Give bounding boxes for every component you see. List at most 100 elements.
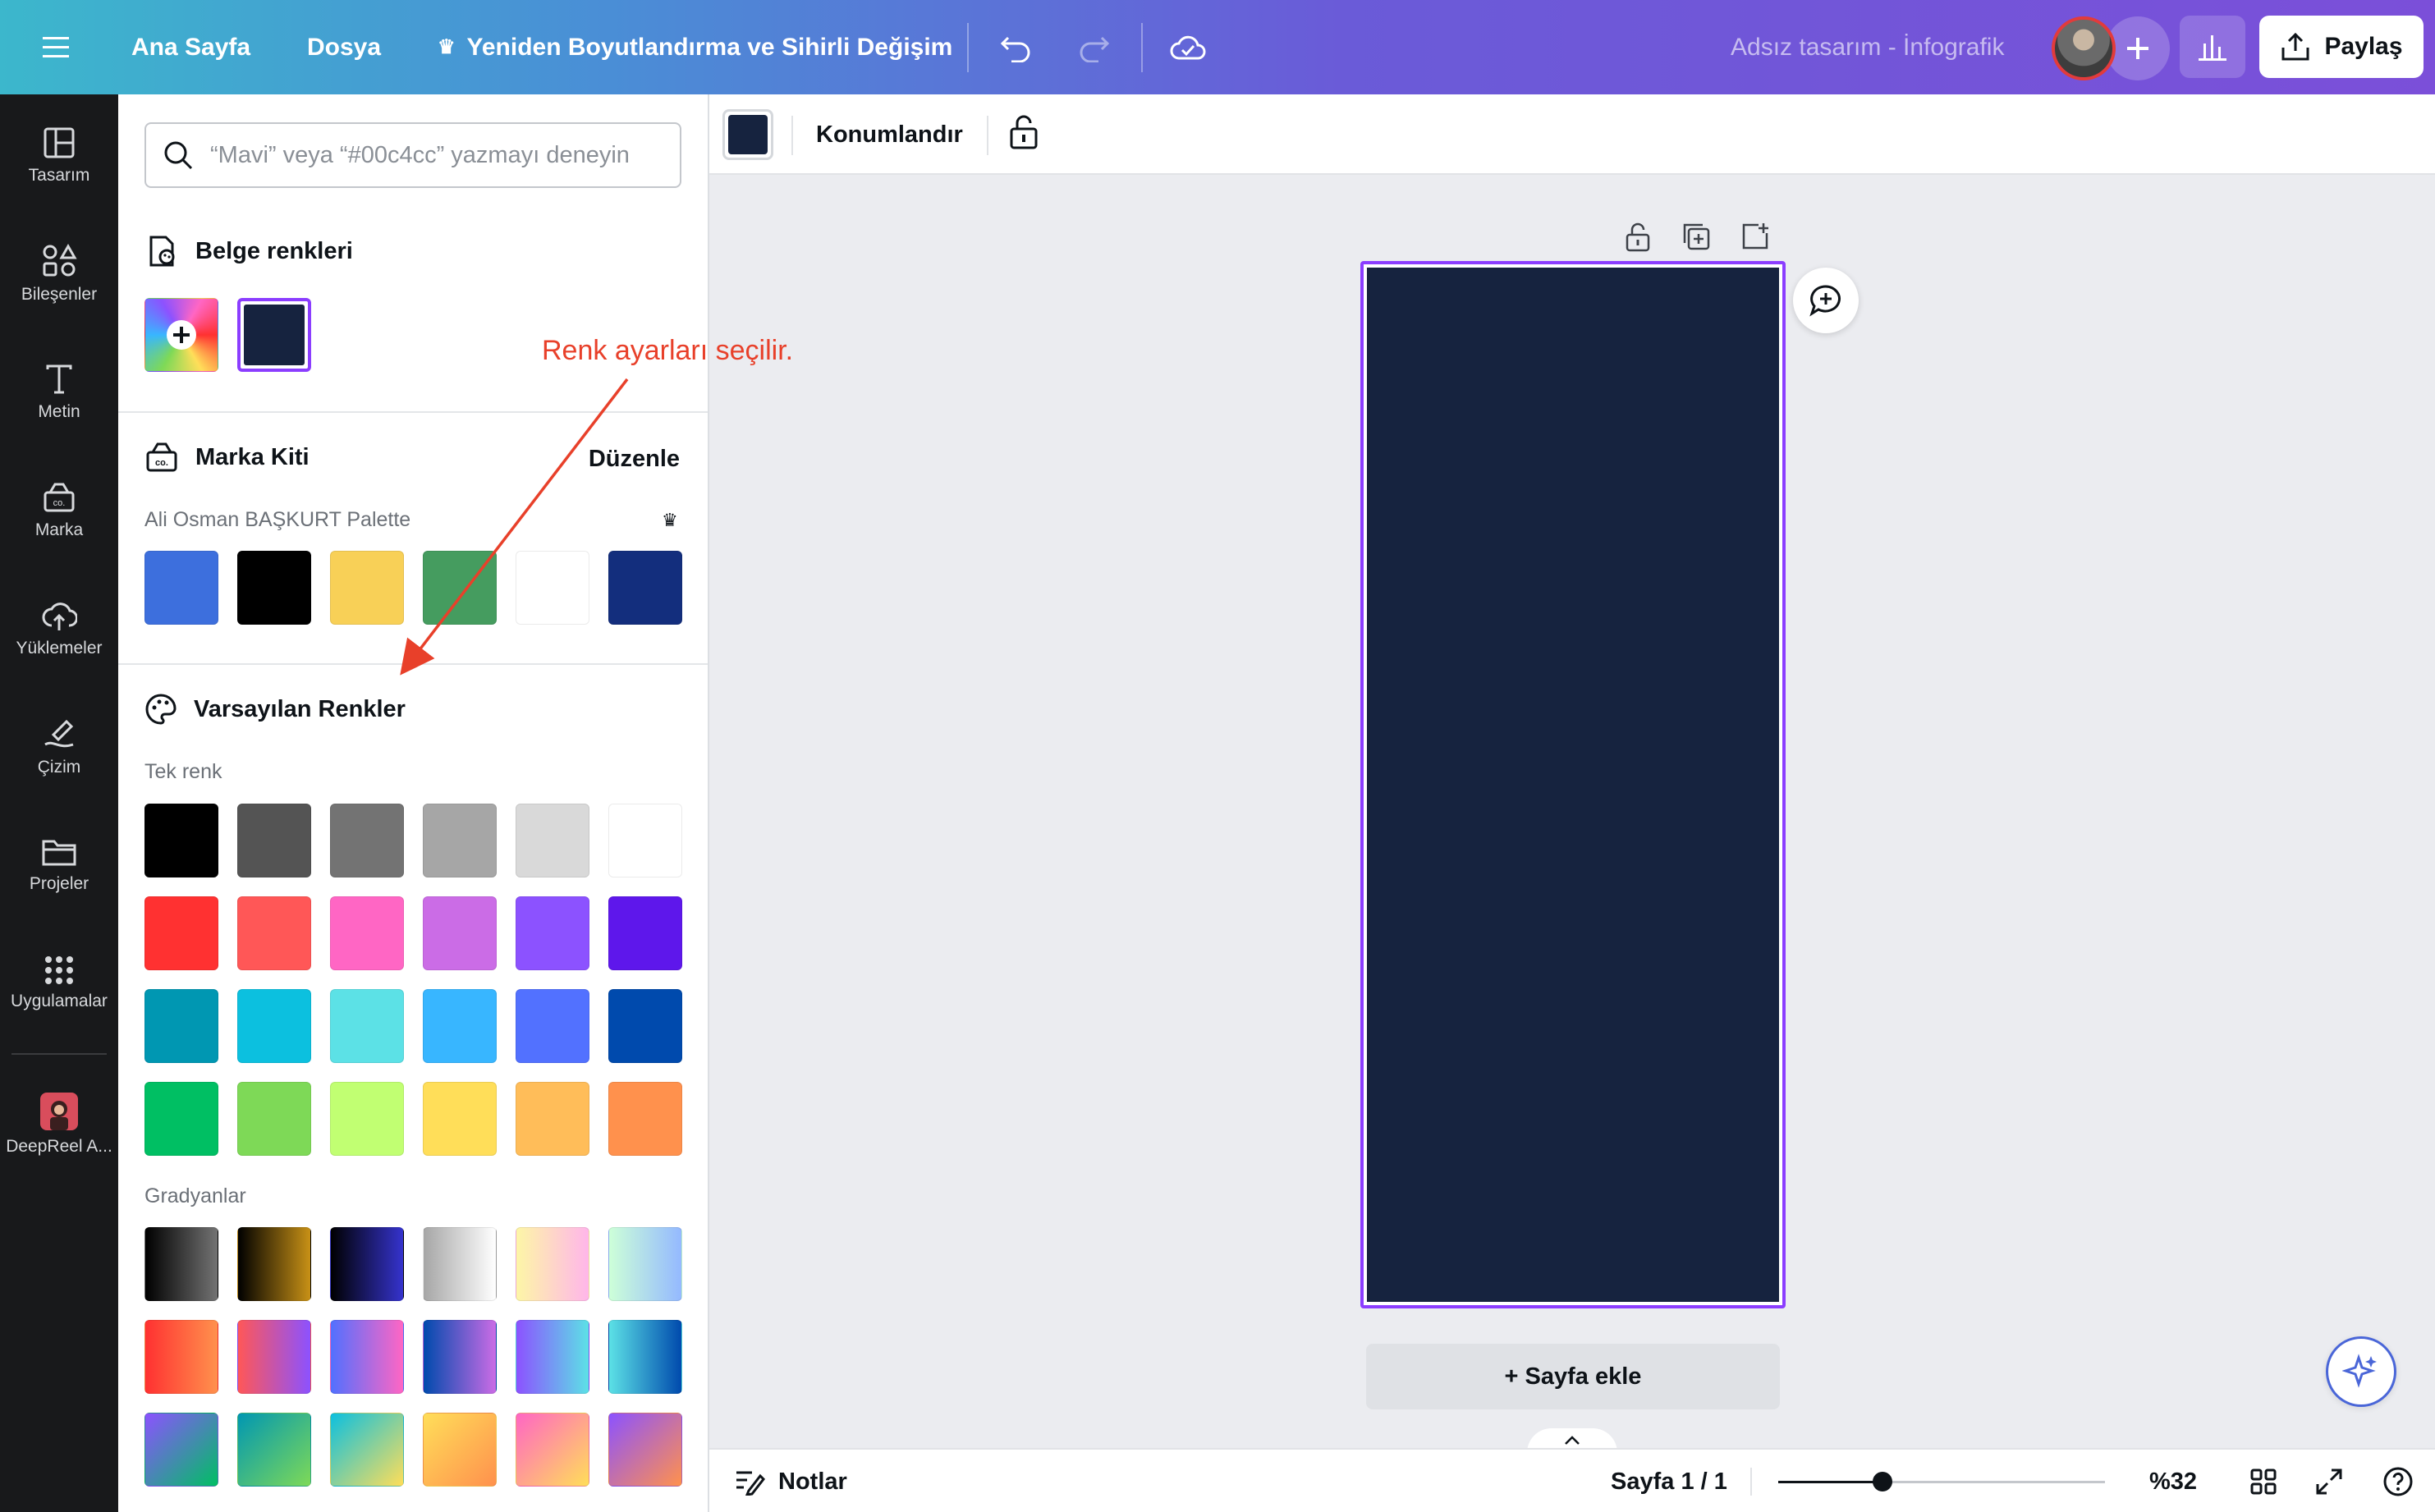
lock-icon[interactable] xyxy=(1008,114,1039,154)
gradient-swatch[interactable] xyxy=(423,1320,497,1394)
rail-divider xyxy=(11,1053,107,1055)
default-color-swatch[interactable] xyxy=(237,896,311,970)
share-button[interactable]: Paylaş xyxy=(2259,16,2424,78)
brand-color-swatch[interactable] xyxy=(330,551,404,625)
rail-item-deepreel[interactable]: DeepReel A... xyxy=(0,1071,118,1178)
gradient-swatch[interactable] xyxy=(237,1320,311,1394)
left-rail: Tasarım Bileşenler Metin co. Marka Yükle… xyxy=(0,94,118,1512)
default-color-swatch[interactable] xyxy=(516,1082,589,1156)
search-input[interactable] xyxy=(210,141,670,169)
default-color-swatch[interactable] xyxy=(330,804,404,877)
doc-color-swatch[interactable] xyxy=(237,298,311,372)
gradient-swatch[interactable] xyxy=(423,1227,497,1301)
default-color-swatch[interactable] xyxy=(423,896,497,970)
default-color-swatch[interactable] xyxy=(516,896,589,970)
default-color-swatch[interactable] xyxy=(423,989,497,1063)
default-color-swatch[interactable] xyxy=(237,989,311,1063)
add-page-button[interactable]: + Sayfa ekle xyxy=(1366,1344,1780,1409)
hamburger-icon[interactable] xyxy=(43,0,72,94)
default-color-swatch[interactable] xyxy=(144,804,218,877)
undo-icon[interactable] xyxy=(1000,0,1033,94)
gradient-swatch[interactable] xyxy=(330,1320,404,1394)
gradient-swatch[interactable] xyxy=(144,1320,218,1394)
notes-button[interactable]: Notlar xyxy=(734,1450,847,1512)
zoom-slider[interactable] xyxy=(1778,1472,2105,1491)
gradient-swatch[interactable] xyxy=(516,1227,589,1301)
menu-file[interactable]: Dosya xyxy=(307,0,381,94)
default-color-swatch[interactable] xyxy=(608,804,682,877)
rail-item-uploads[interactable]: Yüklemeler xyxy=(0,575,118,682)
gradient-swatch[interactable] xyxy=(608,1227,682,1301)
default-color-swatch[interactable] xyxy=(144,896,218,970)
lock-page-icon[interactable] xyxy=(1624,222,1652,253)
default-color-swatch[interactable] xyxy=(608,1082,682,1156)
rail-item-projects[interactable]: Projeler xyxy=(0,812,118,919)
add-comment-button[interactable] xyxy=(1793,268,1859,333)
rail-item-elements[interactable]: Bileşenler xyxy=(0,221,118,328)
annotation-text: Renk ayarları seçilir. xyxy=(542,335,794,366)
fullscreen-icon[interactable] xyxy=(2315,1450,2343,1512)
brand-kit-edit-link[interactable]: Düzenle xyxy=(589,446,680,473)
design-title[interactable]: Adsız tasarım - İnfografik xyxy=(1731,0,2004,94)
brand-color-swatch[interactable] xyxy=(608,551,682,625)
add-color-button[interactable] xyxy=(144,298,218,372)
divider xyxy=(967,23,969,72)
help-icon[interactable] xyxy=(2382,1450,2414,1512)
redo-icon[interactable] xyxy=(1077,0,1110,94)
avatar[interactable] xyxy=(2052,16,2116,80)
default-color-swatch[interactable] xyxy=(237,804,311,877)
default-color-swatch[interactable] xyxy=(608,896,682,970)
rail-item-draw[interactable]: Çizim xyxy=(0,694,118,800)
default-color-swatch[interactable] xyxy=(144,989,218,1063)
zoom-slider-handle[interactable] xyxy=(1873,1472,1892,1491)
zoom-slider-fill xyxy=(1778,1481,1882,1483)
gradient-swatch[interactable] xyxy=(237,1227,311,1301)
page-background[interactable] xyxy=(1367,268,1779,1302)
rail-item-apps[interactable]: Uygulamalar xyxy=(0,930,118,1037)
cloud-saved-icon[interactable] xyxy=(1169,0,1207,94)
brand-color-swatch[interactable] xyxy=(516,551,589,625)
default-color-swatch[interactable] xyxy=(516,804,589,877)
default-color-swatch[interactable] xyxy=(330,1082,404,1156)
gradient-swatch[interactable] xyxy=(330,1227,404,1301)
menu-home[interactable]: Ana Sayfa xyxy=(131,0,250,94)
insights-button[interactable] xyxy=(2180,16,2245,78)
upload-icon xyxy=(42,603,77,630)
gradient-swatch[interactable] xyxy=(330,1413,404,1487)
brand-color-swatch[interactable] xyxy=(144,551,218,625)
default-color-swatch[interactable] xyxy=(330,896,404,970)
gradient-swatch[interactable] xyxy=(144,1413,218,1487)
default-color-swatch[interactable] xyxy=(237,1082,311,1156)
zoom-level[interactable]: %32 xyxy=(2149,1450,2197,1512)
default-color-swatch[interactable] xyxy=(144,1082,218,1156)
duplicate-page-icon[interactable] xyxy=(1681,222,1711,251)
rail-item-design[interactable]: Tasarım xyxy=(0,103,118,209)
add-page-icon[interactable] xyxy=(1740,222,1770,251)
default-color-swatch[interactable] xyxy=(330,989,404,1063)
gradient-swatch[interactable] xyxy=(608,1320,682,1394)
palette-name: Ali Osman BAŞKURT Palette xyxy=(144,508,411,531)
page-indicator[interactable]: Sayfa 1 / 1 xyxy=(1611,1450,1727,1512)
fill-color-button[interactable] xyxy=(722,109,773,160)
gradient-swatch[interactable] xyxy=(608,1413,682,1487)
brand-color-swatch[interactable] xyxy=(237,551,311,625)
design-page[interactable] xyxy=(1360,261,1786,1308)
default-color-swatch[interactable] xyxy=(516,989,589,1063)
brand-color-swatch[interactable] xyxy=(423,551,497,625)
magic-assistant-button[interactable] xyxy=(2326,1336,2396,1407)
position-button[interactable]: Konumlandır xyxy=(816,94,963,175)
rail-item-text[interactable]: Metin xyxy=(0,339,118,446)
menu-resize[interactable]: ♛ Yeniden Boyutlandırma ve Sihirli Değiş… xyxy=(438,0,952,94)
default-color-swatch[interactable] xyxy=(423,1082,497,1156)
grid-view-icon[interactable] xyxy=(2249,1450,2277,1512)
gradient-swatch[interactable] xyxy=(144,1227,218,1301)
gradient-swatch[interactable] xyxy=(423,1413,497,1487)
color-panel: Belge renkleri co. Marka Kiti Düzenle Al… xyxy=(118,94,709,1512)
default-color-swatch[interactable] xyxy=(608,989,682,1063)
gradient-swatch[interactable] xyxy=(516,1320,589,1394)
default-color-swatch[interactable] xyxy=(423,804,497,877)
gradient-swatch[interactable] xyxy=(237,1413,311,1487)
color-search[interactable] xyxy=(144,122,681,188)
rail-item-brand[interactable]: co. Marka xyxy=(0,457,118,564)
gradient-swatch[interactable] xyxy=(516,1413,589,1487)
